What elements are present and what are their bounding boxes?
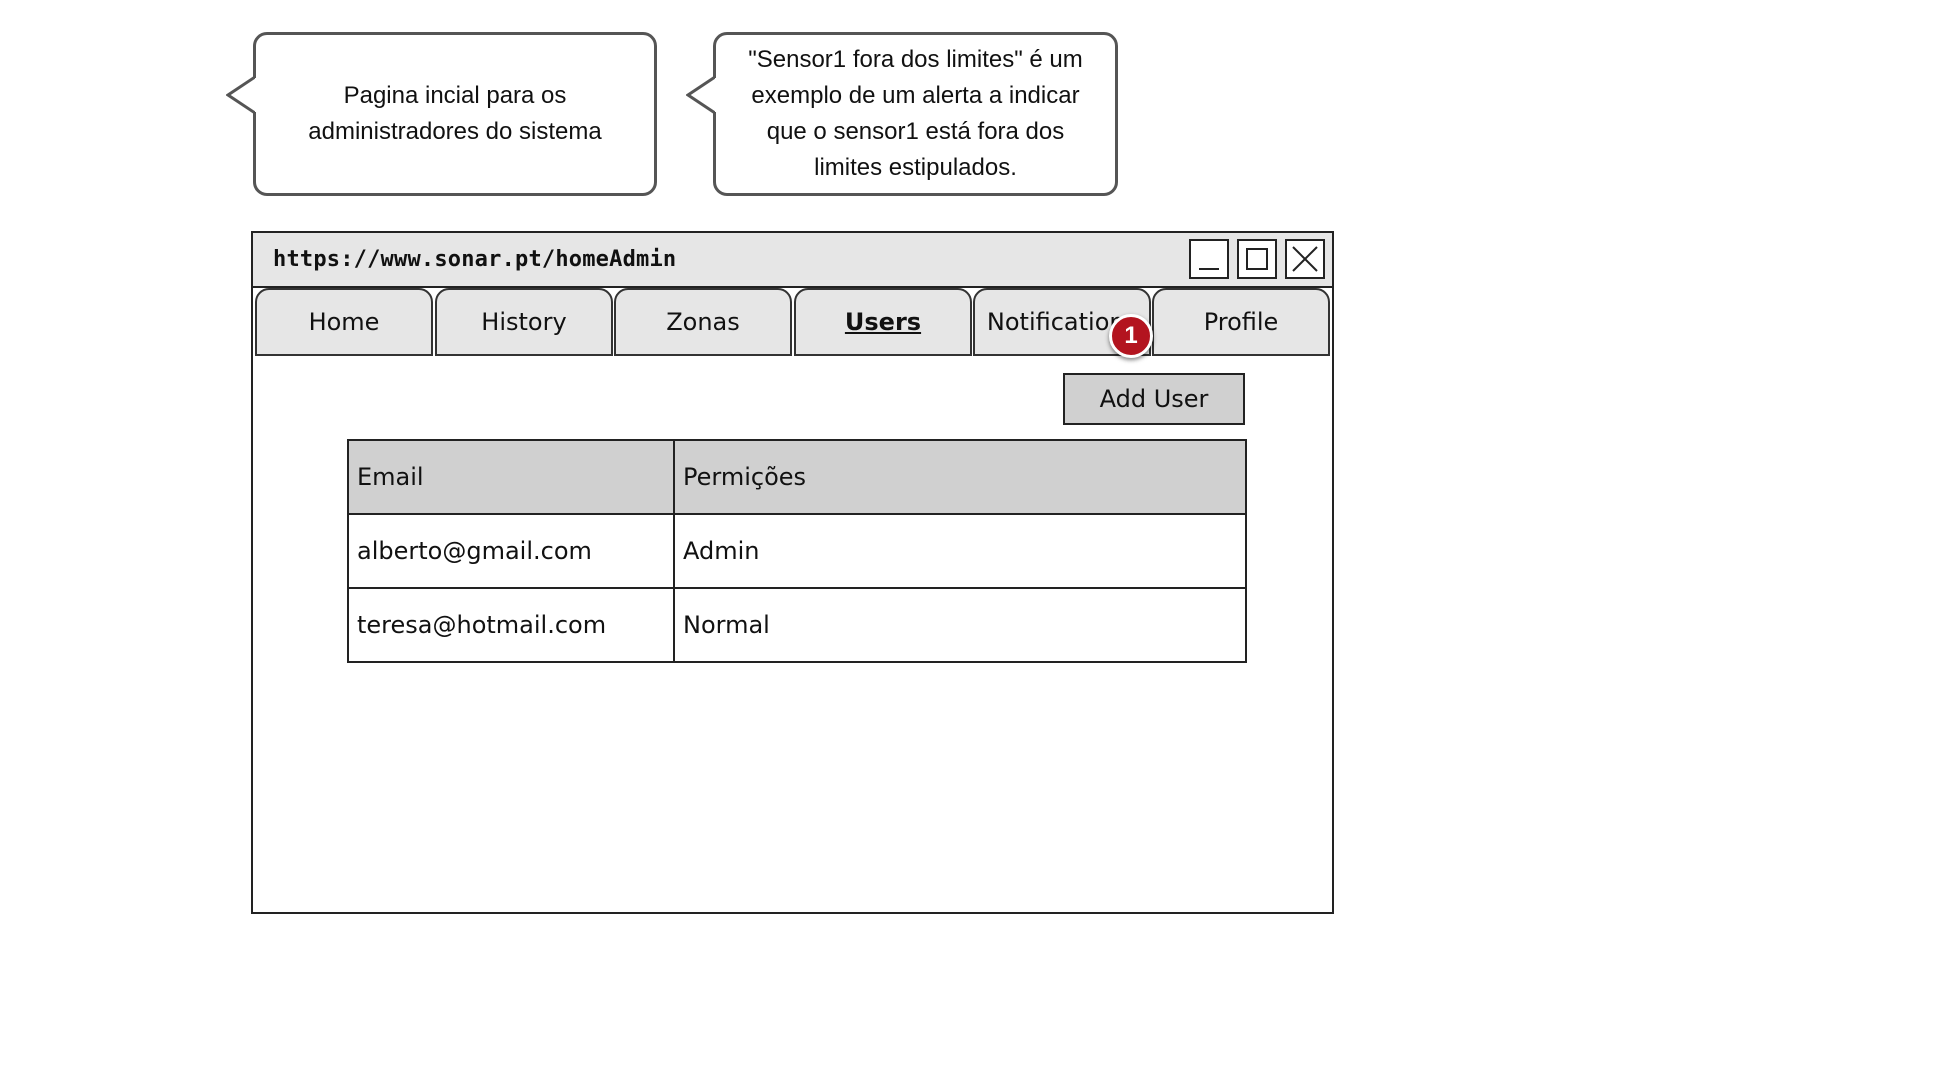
url-address[interactable]: https://www.sonar.pt/homeAdmin [273, 247, 676, 272]
maximize-button[interactable] [1237, 239, 1277, 279]
email-cell: teresa@hotmail.com [347, 587, 675, 663]
tab-users[interactable]: Users [794, 288, 972, 356]
notification-badge: 1 [1109, 314, 1153, 358]
callout-pointer-icon [226, 75, 256, 115]
tab-profile[interactable]: Profile [1152, 288, 1330, 356]
permission-cell: Normal [673, 587, 1247, 663]
email-cell: alberto@gmail.com [347, 513, 675, 589]
callout-pointer-icon [686, 75, 716, 115]
tab-zonas[interactable]: Zonas [614, 288, 792, 356]
table-row[interactable]: teresa@hotmail.com Normal [347, 587, 1247, 663]
callout-text: Pagina incial para os administradores do… [308, 82, 602, 145]
column-header-email[interactable]: Email [347, 439, 675, 515]
table-row[interactable]: alberto@gmail.com Admin [347, 513, 1247, 589]
users-table: Email Permições alberto@gmail.com Admin … [347, 439, 1247, 663]
annotation-callout: "Sensor1 fora dos limites" é um exemplo … [686, 32, 1118, 196]
browser-window: https://www.sonar.pt/homeAdmin Home Hist… [251, 231, 1334, 914]
title-bar: https://www.sonar.pt/homeAdmin [253, 233, 1332, 288]
close-icon [1292, 246, 1318, 272]
callout-text: "Sensor1 fora dos limites" é um exemplo … [748, 46, 1083, 181]
close-button[interactable] [1285, 239, 1325, 279]
tab-bar: Home History Zonas Users Notifications P… [253, 288, 1334, 358]
minimize-button[interactable] [1189, 239, 1229, 279]
table-header-row: Email Permições [347, 439, 1247, 515]
maximize-icon [1246, 248, 1268, 270]
annotation-callout: Pagina incial para os administradores do… [226, 32, 657, 196]
permission-cell: Admin [673, 513, 1247, 589]
tab-history[interactable]: History [435, 288, 613, 356]
minimize-icon [1199, 268, 1219, 270]
tab-home[interactable]: Home [255, 288, 433, 356]
add-user-button[interactable]: Add User [1063, 373, 1245, 425]
column-header-permissions[interactable]: Permições [673, 439, 1247, 515]
